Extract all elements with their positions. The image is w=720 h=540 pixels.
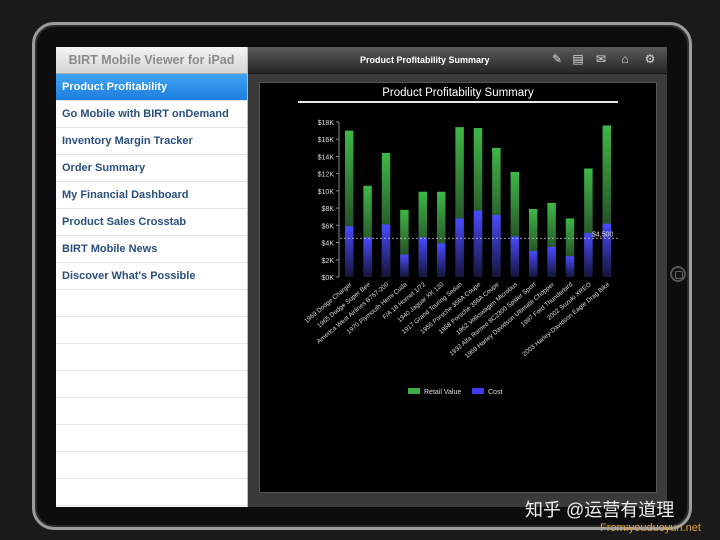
- main-panel: Product Profitability Summary ✎ ▤ ✉ ⌂ ⚙: [248, 47, 667, 507]
- sidebar-item[interactable]: Go Mobile with BIRT onDemand: [56, 101, 247, 128]
- email-icon[interactable]: ✉: [594, 52, 608, 66]
- sidebar-item[interactable]: Product Sales Crosstab: [56, 209, 247, 236]
- bar-cost: [547, 246, 556, 277]
- toolbar-title: Product Profitability Summary: [360, 55, 490, 65]
- sidebar-list: Product Profitability Go Mobile with BIRT…: [56, 74, 247, 507]
- legend-swatch-cost: [472, 388, 484, 394]
- sidebar-empty-row: [56, 290, 247, 317]
- notes-icon[interactable]: ▤: [571, 52, 585, 66]
- legend-label-cost: Cost: [488, 389, 502, 396]
- sidebar-item[interactable]: BIRT Mobile News: [56, 236, 247, 263]
- sidebar-item[interactable]: Discover What's Possible: [56, 263, 247, 290]
- y-tick-label: $6K: [322, 223, 335, 230]
- sidebar-empty-row: [56, 425, 247, 452]
- sidebar-empty-row: [56, 479, 247, 506]
- profitability-chart: Product Profitability Summary $0K $2K $4K $6…: [298, 87, 618, 396]
- bar-cost: [381, 224, 391, 277]
- bar-cost: [473, 210, 483, 277]
- bar-cost: [565, 256, 575, 277]
- y-tick-label: $4K: [322, 241, 335, 248]
- y-tick-label: $18K: [318, 120, 335, 127]
- settings-icon[interactable]: ⚙: [643, 52, 657, 66]
- report-viewer: Product Profitability Summary $0K $2K $4K $6…: [259, 82, 657, 493]
- bar-cost: [510, 236, 520, 277]
- y-tick-label: $8K: [322, 206, 335, 213]
- sidebar-item[interactable]: Order Summary: [56, 155, 247, 182]
- y-tick-label: $16K: [318, 137, 335, 144]
- bar-cost: [528, 251, 538, 277]
- watermark-source: From:youduoyun.net: [600, 522, 701, 534]
- bar-cost: [400, 254, 409, 277]
- sidebar-title: BIRT Mobile Viewer for iPad: [56, 47, 247, 74]
- bar-cost: [492, 215, 501, 277]
- chart-title: Product Profitability Summary: [382, 87, 534, 99]
- sidebar-empty-row: [56, 317, 247, 344]
- sidebar-empty-row: [56, 344, 247, 371]
- sidebar-empty-row: [56, 371, 247, 398]
- sidebar: BIRT Mobile Viewer for iPad Product Prof…: [56, 47, 248, 507]
- y-tick-label: $10K: [318, 189, 335, 196]
- y-tick-label: $14K: [318, 154, 335, 161]
- watermark: 知乎 @运营有道理: [525, 500, 675, 520]
- bar-cost: [436, 243, 446, 277]
- reference-line-label: $4,500: [592, 231, 614, 238]
- legend-label-retail: Retail Value: [424, 389, 461, 396]
- x-tick-label: America West Airlines B757-200: [316, 281, 391, 345]
- sidebar-empty-row: [56, 398, 247, 425]
- sidebar-empty-row: [56, 506, 247, 507]
- bar-cost: [584, 233, 593, 277]
- sidebar-item[interactable]: Product Profitability: [56, 74, 247, 101]
- bar-cost: [344, 226, 354, 277]
- y-tick-label: $12K: [318, 172, 335, 179]
- sidebar-item[interactable]: My Financial Dashboard: [56, 182, 247, 209]
- app-screen: BIRT Mobile Viewer for iPad Product Prof…: [56, 47, 667, 507]
- home-button[interactable]: [670, 266, 686, 282]
- bar-cost: [363, 237, 372, 277]
- sidebar-empty-row: [56, 452, 247, 479]
- bar-cost: [418, 237, 428, 277]
- edit-icon[interactable]: ✎: [550, 52, 564, 66]
- bookmark-icon[interactable]: ⌂: [618, 52, 632, 66]
- legend-swatch-retail: [408, 388, 420, 394]
- sidebar-item[interactable]: Inventory Margin Tracker: [56, 128, 247, 155]
- bar-cost: [455, 218, 464, 277]
- y-tick-label: $2K: [322, 258, 335, 265]
- toolbar: Product Profitability Summary ✎ ▤ ✉ ⌂ ⚙: [248, 47, 667, 74]
- y-tick-label: $0K: [322, 275, 335, 282]
